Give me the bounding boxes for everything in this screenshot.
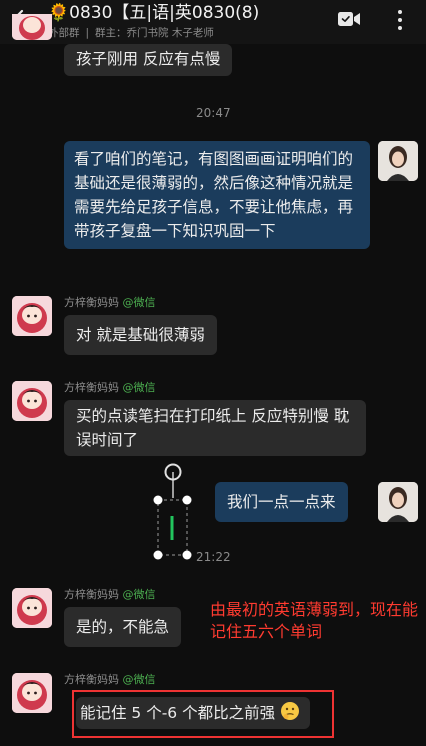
sender-name: 方梓衡妈妈 @微信 [64, 381, 156, 394]
message-bubble[interactable]: 对 就是基础很薄弱 [64, 315, 217, 355]
sender-name: 方梓衡妈妈 @微信 [64, 673, 156, 686]
sender-name: 方梓衡妈妈 @微信 [64, 588, 156, 601]
video-call-icon[interactable] [337, 10, 361, 28]
message-bubble[interactable]: 看了咱们的笔记，有图图画画证明咱们的基础还是很薄弱的，然后像这种情况就是需要先给… [64, 141, 370, 249]
sender-avatar[interactable] [12, 673, 52, 713]
timestamp: 21:22 [196, 550, 231, 564]
annotation-text: 由最初的英语薄弱到，现在能记住五六个单词 [210, 600, 419, 641]
chat-header: 🌻0830【五|语|英0830(8) 外部群 | 群主：乔门书院 木子老师 [0, 0, 426, 44]
chat-subtitle: 外部群 | 群主：乔门书院 木子老师 [48, 27, 214, 39]
sound-selection-widget[interactable] [150, 462, 195, 562]
sender-avatar[interactable] [12, 14, 52, 40]
highlight-box [72, 690, 334, 738]
teacher-avatar[interactable] [378, 482, 418, 522]
more-vertical-icon[interactable] [394, 8, 406, 32]
sender-avatar[interactable] [12, 381, 52, 421]
chat-title-block[interactable]: 🌻0830【五|语|英0830(8) 外部群 | 群主：乔门书院 木子老师 [48, 2, 323, 40]
message-bubble[interactable]: 买的点读笔扫在打印纸上 反应特别慢 耽误时间了 [64, 400, 366, 456]
message-bubble[interactable]: 是的，不能急 [64, 607, 182, 647]
teacher-avatar[interactable] [378, 141, 418, 181]
timestamp: 20:47 [196, 106, 231, 120]
message-bubble[interactable]: 孩子刚用 反应有点慢 [64, 44, 233, 76]
message-bubble[interactable]: 我们一点一点来 [215, 482, 348, 522]
sender-name: 方梓衡妈妈 @微信 [64, 296, 156, 309]
sender-avatar[interactable] [12, 296, 52, 336]
chat-title: 🌻0830【五|语|英0830(8) [48, 3, 260, 23]
sender-avatar[interactable] [12, 588, 52, 628]
